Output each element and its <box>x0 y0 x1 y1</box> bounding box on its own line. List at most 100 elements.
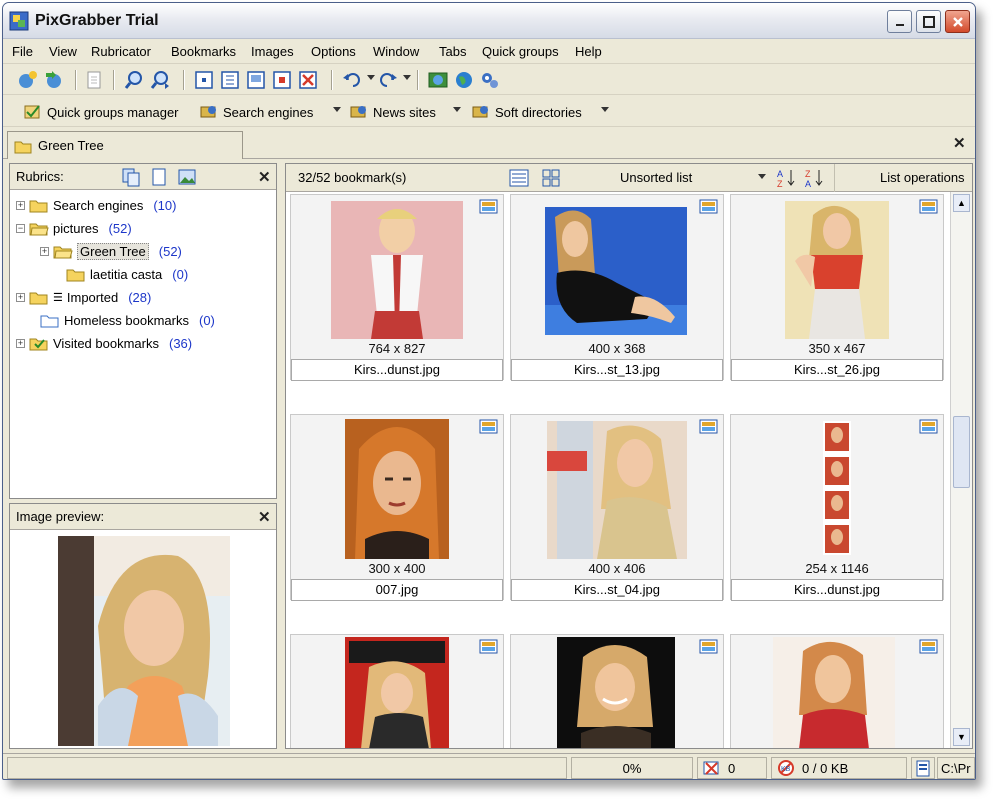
image-link-icon[interactable] <box>479 198 499 216</box>
rubric-pictures[interactable]: − pictures (52) <box>16 217 132 239</box>
close-tab-button[interactable]: ✕ <box>953 134 966 152</box>
image-link-icon[interactable] <box>919 638 939 656</box>
import-icon[interactable] <box>43 69 65 91</box>
bookmark-card[interactable] <box>290 634 504 748</box>
rubric-visited-bookmarks[interactable]: + Visited bookmarks (36) <box>16 332 192 354</box>
undo-icon[interactable] <box>341 69 363 91</box>
bookmark-card[interactable]: 254 x 1146 Kirs...dunst.jpg <box>730 414 944 601</box>
save-path: C:\Pr <box>937 757 975 779</box>
scroll-down-icon[interactable]: ▼ <box>953 728 970 746</box>
bookmark-card[interactable] <box>510 634 724 748</box>
expand-icon[interactable]: + <box>16 292 25 302</box>
bookmark-grid: 764 x 827 Kirs...dunst.jpg 400 x 368 Kir… <box>286 192 950 748</box>
stop-icon[interactable] <box>271 69 293 91</box>
menu-window[interactable]: Window <box>373 44 419 59</box>
soft-directories-icon <box>472 106 488 118</box>
rubric-green-tree[interactable]: + Green Tree (52) <box>40 240 182 262</box>
maximize-icon <box>922 15 935 28</box>
rubric-homeless-bookmarks[interactable]: Homeless bookmarks (0) <box>40 309 215 331</box>
thumbnail-image <box>345 419 449 559</box>
thumbnails-view-icon[interactable] <box>540 167 562 189</box>
image-link-icon[interactable] <box>919 198 939 216</box>
sort-dropdown-icon[interactable] <box>758 174 766 179</box>
tab-green-tree[interactable]: Green Tree <box>7 131 243 159</box>
globe-icon[interactable] <box>453 69 475 91</box>
bookmark-card[interactable]: 350 x 467 Kirs...st_26.jpg <box>730 194 944 381</box>
open-tree-icon[interactable] <box>219 69 241 91</box>
close-preview-button[interactable]: ✕ <box>258 508 271 526</box>
close-button[interactable] <box>945 10 970 33</box>
image-link-icon[interactable] <box>699 638 719 656</box>
open-icon[interactable] <box>193 69 215 91</box>
rubric-search-engines[interactable]: + Search engines (10) <box>16 194 176 216</box>
errors-status: 0 <box>697 757 767 779</box>
menu-file[interactable]: File <box>12 44 33 59</box>
find-next-icon[interactable] <box>149 69 171 91</box>
image-dimensions: 400 x 368 <box>588 341 646 356</box>
maximize-button[interactable] <box>916 10 941 33</box>
search-engines-icon <box>200 106 216 118</box>
menu-tabs[interactable]: Tabs <box>439 44 466 59</box>
undo-dropdown-icon[interactable] <box>367 75 375 80</box>
news-sites-button[interactable]: News sites <box>349 103 436 121</box>
scroll-up-icon[interactable]: ▲ <box>953 194 970 212</box>
redo-icon[interactable] <box>377 69 399 91</box>
web-icon[interactable] <box>427 69 449 91</box>
menu-options[interactable]: Options <box>311 44 356 59</box>
news-sites-dropdown-icon[interactable] <box>453 107 461 112</box>
sort-descending-icon[interactable]: ZA <box>804 167 826 189</box>
settings-icon[interactable] <box>479 69 501 91</box>
expand-icon[interactable]: + <box>16 200 25 210</box>
sort-ascending-icon[interactable]: AZ <box>776 167 798 189</box>
image-link-icon[interactable] <box>479 418 499 436</box>
bookmark-card[interactable]: 300 x 400 007.jpg <box>290 414 504 601</box>
menu-help[interactable]: Help <box>575 44 602 59</box>
search-engines-dropdown-icon[interactable] <box>333 107 341 112</box>
delete-icon[interactable] <box>297 69 319 91</box>
soft-directories-button[interactable]: Soft directories <box>471 103 582 121</box>
image-filename: Kirs...st_26.jpg <box>731 359 943 381</box>
image-link-icon[interactable] <box>699 198 719 216</box>
list-operations-button[interactable]: List operations <box>880 170 965 185</box>
scroll-thumb[interactable] <box>953 416 970 488</box>
rubric-new-icon[interactable] <box>148 166 170 188</box>
menu-quick-groups[interactable]: Quick groups <box>482 44 559 59</box>
clipboard-status[interactable] <box>911 757 935 779</box>
bookmark-card[interactable]: 400 x 368 Kirs...st_13.jpg <box>510 194 724 381</box>
soft-directories-dropdown-icon[interactable] <box>601 107 609 112</box>
rubric-copy-icon[interactable] <box>120 166 142 188</box>
menu-bookmarks[interactable]: Bookmarks <box>171 44 236 59</box>
bookmark-card[interactable]: 400 x 406 Kirs...st_04.jpg <box>510 414 724 601</box>
rubric-count: (10) <box>153 197 177 213</box>
expand-icon[interactable]: + <box>16 338 25 348</box>
details-view-icon[interactable] <box>508 167 530 189</box>
minimize-button[interactable] <box>887 10 912 33</box>
rubric-image-icon[interactable] <box>176 166 198 188</box>
sort-select[interactable]: Unsorted list <box>620 170 692 185</box>
redo-dropdown-icon[interactable] <box>403 75 411 80</box>
find-icon[interactable] <box>123 69 145 91</box>
status-message <box>7 757 567 779</box>
search-engines-button[interactable]: Search engines <box>199 103 313 121</box>
rubric-imported[interactable]: + ☰ Imported (28) <box>16 286 151 308</box>
open-list-icon[interactable] <box>245 69 267 91</box>
new-bookmark-icon[interactable] <box>17 69 39 91</box>
minimize-icon <box>895 23 904 26</box>
document-icon[interactable] <box>83 69 105 91</box>
collapse-icon[interactable]: − <box>16 223 25 233</box>
bookmark-card[interactable]: 764 x 827 Kirs...dunst.jpg <box>290 194 504 381</box>
news-sites-label: News sites <box>373 104 436 120</box>
menu-rubricator[interactable]: Rubricator <box>91 44 151 59</box>
menu-view[interactable]: View <box>49 44 77 59</box>
expand-icon[interactable]: + <box>40 246 49 256</box>
menu-images[interactable]: Images <box>251 44 294 59</box>
rubric-label: Search engines <box>53 197 144 213</box>
bookmark-card[interactable] <box>730 634 944 748</box>
vertical-scrollbar[interactable]: ▲ ▼ <box>950 192 972 748</box>
image-link-icon[interactable] <box>919 418 939 436</box>
quick-groups-manager-button[interactable]: Quick groups manager <box>23 103 179 121</box>
rubric-laetitia-casta[interactable]: laetitia casta (0) <box>66 263 188 285</box>
close-rubrics-button[interactable]: ✕ <box>258 168 271 186</box>
image-link-icon[interactable] <box>699 418 719 436</box>
image-link-icon[interactable] <box>479 638 499 656</box>
